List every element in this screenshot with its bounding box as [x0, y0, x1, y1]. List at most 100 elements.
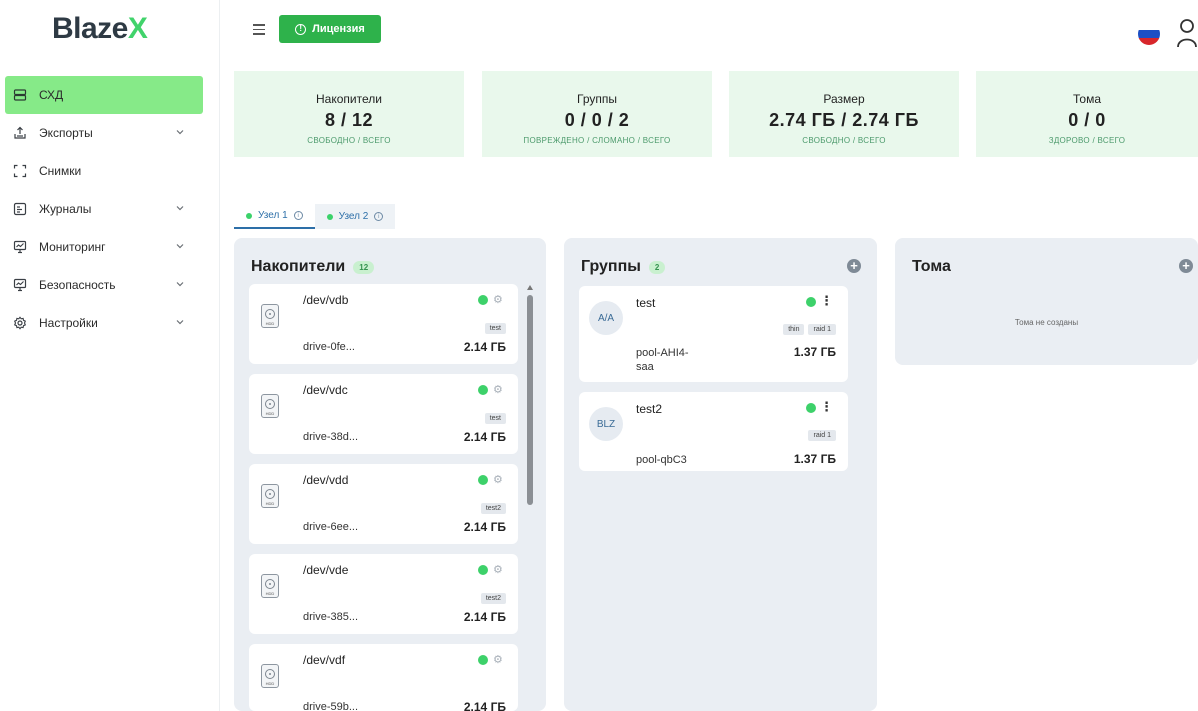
sidebar-item-label: Настройки [39, 316, 98, 330]
add-volume-button[interactable]: + [1179, 259, 1193, 273]
monitor-icon [13, 240, 27, 254]
drive-size: 2.14 ГБ [463, 430, 506, 444]
security-icon [13, 278, 27, 292]
drive-card[interactable]: HDD /dev/vdd ⚙ test2 drive-6ee... 2.14 Г… [249, 464, 518, 544]
sidebar-item-security[interactable]: Безопасность [5, 266, 203, 304]
stat-subtitle: ЗДОРОВО / ВСЕГО [1048, 136, 1126, 145]
info-icon: i [293, 211, 303, 220]
stat-value: 0 / 0 [1068, 110, 1106, 130]
sidebar-item-snapshots[interactable]: Снимки [5, 152, 203, 190]
stat-value: 8 / 12 [324, 110, 374, 130]
brand-name: Blaze [52, 12, 128, 45]
group-name: test2 [636, 402, 663, 416]
drive-card[interactable]: HDD /dev/vdc ⚙ test drive-38d... 2.14 ГБ [249, 374, 518, 454]
drive-card[interactable]: HDD /dev/vdf ⚙ drive-59b... 2.14 ГБ [249, 644, 518, 711]
snapshot-icon [13, 164, 27, 178]
scrollbar-thumb[interactable] [527, 295, 533, 505]
hdd-icon: HDD [261, 664, 279, 688]
brand-accent: X [127, 12, 148, 45]
tab-node-2[interactable]: Узел 2 i [314, 204, 396, 229]
storage-icon [13, 88, 27, 102]
tab-label: Узел 1 [258, 210, 288, 221]
sidebar-item-monitoring[interactable]: Мониторинг [5, 228, 203, 266]
chevron-down-icon [176, 206, 184, 211]
group-size: 1.37 ГБ [793, 452, 836, 466]
group-pool: pool-qbC3 [636, 454, 687, 466]
stat-title: Группы [577, 92, 617, 106]
drives-panel: Накопители 12 HDD /dev/vdb ⚙ test drive-… [234, 238, 546, 711]
gear-icon[interactable]: ⚙ [493, 474, 505, 486]
hdd-icon: HDD [261, 484, 279, 508]
group-card[interactable]: BLZ test2 ⋮ raid 1 pool-qbC3 1.37 ГБ [579, 392, 848, 471]
panel-title-text: Накопители [251, 258, 346, 275]
stat-subtitle: СВОБОДНО / ВСЕГО [802, 136, 886, 145]
sidebar-item-label: Безопасность [39, 278, 116, 292]
drive-tag: test2 [480, 503, 506, 514]
group-avatar: A/A [589, 301, 623, 335]
group-tag: raid 1 [808, 430, 836, 441]
status-dot [806, 297, 816, 307]
drive-device: /dev/vdd [303, 473, 349, 487]
drive-size: 2.14 ГБ [463, 700, 506, 711]
hdd-icon: HDD [261, 304, 279, 328]
user-icon[interactable] [1176, 18, 1198, 48]
status-dot [806, 403, 816, 413]
sidebar-item-storage[interactable]: СХД [5, 76, 203, 114]
status-dot [326, 213, 333, 220]
ru-flag-icon[interactable] [1138, 23, 1160, 45]
drive-card[interactable]: HDD /dev/vdb ⚙ test drive-0fe... 2.14 ГБ [249, 284, 518, 364]
gear-icon[interactable]: ⚙ [493, 294, 505, 306]
drive-device: /dev/vdb [303, 293, 349, 307]
stat-card-volumes: Тома 0 / 0 ЗДОРОВО / ВСЕГО [976, 71, 1198, 157]
drive-id: drive-385... [303, 611, 359, 623]
brand-logo[interactable]: BlazeX [52, 12, 148, 46]
scroll-up-arrow[interactable] [527, 285, 533, 290]
sidebar-item-label: Снимки [39, 164, 82, 178]
hdd-icon: HDD [261, 574, 279, 598]
drive-id: drive-59b... [303, 701, 359, 711]
stat-value: 2.74 ГБ / 2.74 ГБ [769, 110, 919, 130]
status-dot [478, 295, 488, 305]
stat-title: Накопители [316, 92, 382, 106]
more-options-icon[interactable]: ⋮ [820, 400, 833, 414]
sidebar-item-label: Экспорты [39, 126, 93, 140]
group-tags: raid 1 [808, 430, 836, 441]
sidebar-menu: СХД Экспорты Снимки Журналы Мониторинг Б… [5, 76, 203, 342]
status-dot [478, 565, 488, 575]
stat-card-size: Размер 2.74 ГБ / 2.74 ГБ СВОБОДНО / ВСЕГ… [729, 71, 959, 157]
tab-node-1[interactable]: Узел 1 i [234, 204, 315, 229]
gear-icon[interactable]: ⚙ [493, 384, 505, 396]
export-icon [13, 126, 27, 140]
panel-title-text: Тома [912, 258, 951, 275]
group-card[interactable]: A/A test ⋮ thin raid 1 pool-AHI4-saa 1.3… [579, 286, 848, 382]
menu-toggle-icon[interactable] [253, 24, 265, 35]
add-group-button[interactable]: + [847, 259, 861, 273]
more-options-icon[interactable]: ⋮ [820, 294, 833, 308]
volumes-panel: Тома + Тома не созданы [895, 238, 1198, 365]
group-tag: thin [783, 324, 805, 335]
chevron-down-icon [176, 282, 184, 287]
sidebar-item-exports[interactable]: Экспорты [5, 114, 203, 152]
sidebar-item-settings[interactable]: Настройки [5, 304, 203, 342]
group-avatar: BLZ [589, 407, 623, 441]
drives-panel-title: Накопители 12 [251, 258, 375, 276]
panel-title-text: Группы [581, 258, 641, 275]
sidebar-item-logs[interactable]: Журналы [5, 190, 203, 228]
drive-device: /dev/vdf [303, 653, 346, 667]
drive-id: drive-6ee... [303, 521, 359, 533]
gear-icon[interactable]: ⚙ [493, 654, 505, 666]
group-pool: pool-AHI4-saa [636, 347, 689, 373]
log-icon [13, 202, 27, 216]
chevron-down-icon [176, 320, 184, 325]
group-name: test [636, 296, 656, 310]
groups-panel-title: Группы 2 [581, 258, 666, 276]
status-dot [246, 212, 252, 219]
group-tag: raid 1 [808, 324, 836, 335]
license-button[interactable]: ! Лицензия [279, 15, 381, 43]
drive-card[interactable]: HDD /dev/vde ⚙ test2 drive-385... 2.14 Г… [249, 554, 518, 634]
gear-icon[interactable]: ⚙ [493, 564, 505, 576]
gear-icon [13, 316, 27, 330]
stat-card-groups: Группы 0 / 0 / 2 ПОВРЕЖДЕНО / СЛОМАНО / … [482, 71, 712, 157]
drive-device: /dev/vde [303, 563, 349, 577]
count-badge: 12 [353, 260, 375, 274]
